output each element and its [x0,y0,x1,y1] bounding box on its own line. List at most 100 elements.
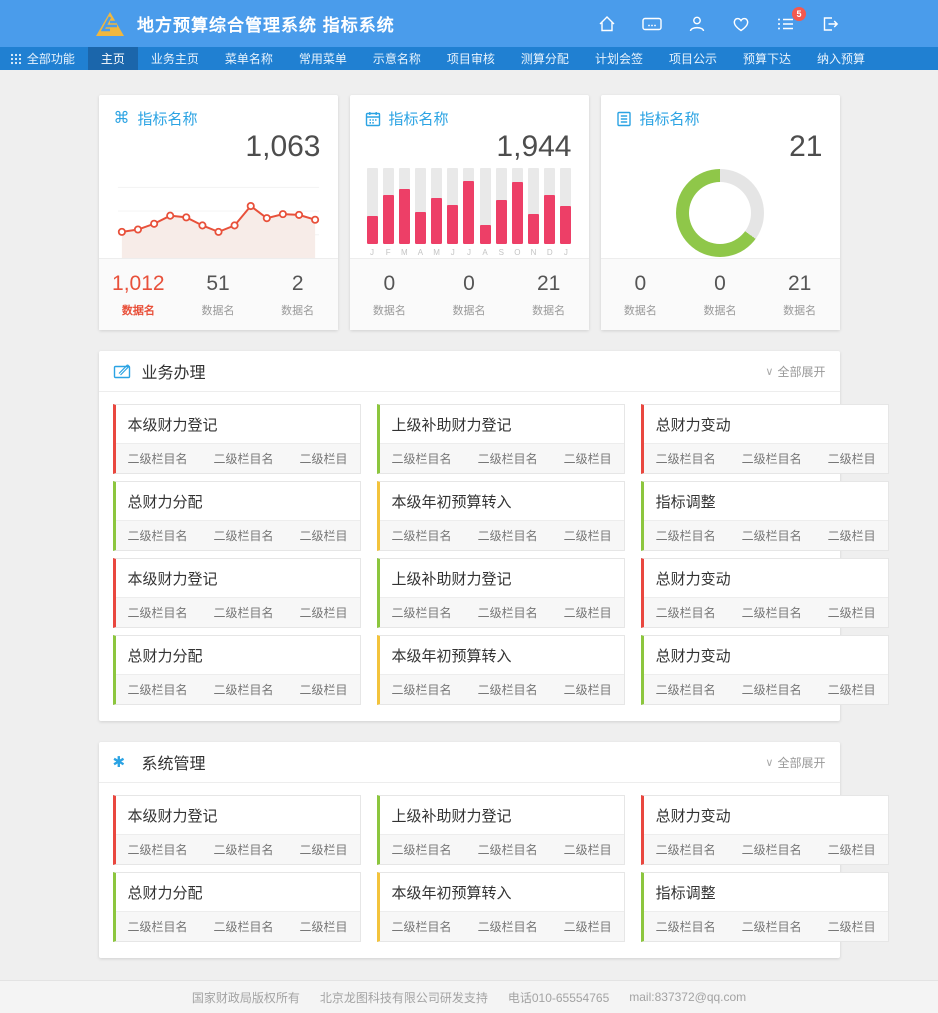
biz-card[interactable]: 本级财力登记二级栏目名 二级栏目名 二级栏目 [113,404,361,474]
biz-sublink[interactable]: 二级栏目名 [392,918,452,935]
biz-sublink[interactable]: 二级栏目名 [128,604,188,621]
biz-sublink[interactable]: 二级栏目 [300,527,348,544]
biz-card[interactable]: 本级年初预算转入二级栏目名二级栏目名二级栏目 [377,481,625,551]
biz-sublink[interactable]: 二级栏目名 [128,527,188,544]
biz-sublink[interactable]: 二级栏目名 [214,841,274,858]
biz-card-title[interactable]: 总财力变动 [644,636,888,674]
biz-sublink[interactable]: 二级栏目名 [742,681,802,698]
biz-card-title[interactable]: 总财力变动 [644,405,888,443]
biz-sublink[interactable]: 二级栏目 [828,604,876,621]
biz-sublink[interactable]: 二级栏目名 [742,527,802,544]
biz-card-title[interactable]: 本级财力登记 [116,405,360,443]
biz-card-title[interactable]: 总财力分配 [116,873,360,911]
biz-sublink[interactable]: 二级栏目名 [656,604,716,621]
biz-card[interactable]: 总财力变动二级栏目名 二级栏目名 二级栏目 [641,558,889,628]
biz-sublink[interactable]: 二级栏目 [828,681,876,698]
nav-item-2[interactable]: 业务主页 [138,47,212,70]
biz-sublink[interactable]: 二级栏目名 [742,450,802,467]
biz-sublink[interactable]: 二级栏目名 [742,604,802,621]
biz-sublink[interactable]: 二级栏目名 [214,604,274,621]
biz-sublink[interactable]: 二级栏目 [300,681,348,698]
biz-sublink[interactable]: 二级栏目 [828,527,876,544]
home-icon[interactable] [597,14,617,34]
biz-sublink[interactable]: 二级栏目名 [742,841,802,858]
biz-sublink[interactable]: 二级栏目名 [392,841,452,858]
biz-sublink[interactable]: 二级栏目 [828,841,876,858]
biz-sublink[interactable]: 二级栏目 [564,918,612,935]
keypad-icon[interactable] [641,14,663,34]
biz-sublink[interactable]: 二级栏目名 [214,681,274,698]
biz-card[interactable]: 指标调整二级栏目名 二级栏目名 二级栏目 [641,481,889,551]
nav-item-1[interactable]: 主页 [88,47,138,70]
biz-card[interactable]: 指标调整二级栏目名二级栏目名二级栏目 [641,872,889,942]
biz-card-title[interactable]: 总财力变动 [644,796,888,834]
biz-sublink[interactable]: 二级栏目名 [478,527,538,544]
biz-card[interactable]: 总财力变动二级栏目名 二级栏目名 二级栏目 [641,635,889,705]
biz-sublink[interactable]: 二级栏目 [564,527,612,544]
nav-item-9[interactable]: 项目公示 [656,47,730,70]
biz-sublink[interactable]: 二级栏目名 [214,527,274,544]
biz-sublink[interactable]: 二级栏目名 [128,918,188,935]
nav-item-10[interactable]: 预算下达 [730,47,804,70]
nav-item-6[interactable]: 项目审核 [434,47,508,70]
nav-item-7[interactable]: 测算分配 [508,47,582,70]
biz-card[interactable]: 本级财力登记二级栏目名 二级栏目名 二级栏目 [113,795,361,865]
biz-card[interactable]: 上级补助财力登记二级栏目名 二级栏目名 二级栏目 [377,795,625,865]
biz-sublink[interactable]: 二级栏目名 [478,918,538,935]
biz-card-title[interactable]: 本级年初预算转入 [380,873,624,911]
nav-item-4[interactable]: 常用菜单 [286,47,360,70]
biz-card-title[interactable]: 本级年初预算转入 [380,636,624,674]
biz-card-title[interactable]: 指标调整 [644,482,888,520]
nav-item-11[interactable]: 纳入预算 [804,47,878,70]
biz-sublink[interactable]: 二级栏目 [300,918,348,935]
biz-card-title[interactable]: 本级财力登记 [116,796,360,834]
biz-sublink[interactable]: 二级栏目 [300,450,348,467]
biz-sublink[interactable]: 二级栏目名 [392,681,452,698]
biz-card[interactable]: 总财力分配二级栏目名二级栏目名二级栏目 [113,872,361,942]
biz-card-title[interactable]: 上级补助财力登记 [380,796,624,834]
biz-sublink[interactable]: 二级栏目名 [214,450,274,467]
biz-sublink[interactable]: 二级栏目名 [742,918,802,935]
biz-sublink[interactable]: 二级栏目名 [128,841,188,858]
biz-sublink[interactable]: 二级栏目 [564,841,612,858]
todo-list-icon[interactable]: 5 [775,14,796,34]
biz-sublink[interactable]: 二级栏目名 [656,681,716,698]
biz-card-title[interactable]: 上级补助财力登记 [380,405,624,443]
biz-card[interactable]: 总财力变动二级栏目名 二级栏目名 二级栏目 [641,404,889,474]
biz-sublink[interactable]: 二级栏目名 [656,527,716,544]
biz-sublink[interactable]: 二级栏目 [564,450,612,467]
biz-sublink[interactable]: 二级栏目 [828,450,876,467]
biz-card[interactable]: 本级年初预算转入二级栏目名 二级栏目名 二级栏目 [377,872,625,942]
biz-card[interactable]: 总财力分配二级栏目名 二级栏目名 二级栏目 [113,635,361,705]
biz-sublink[interactable]: 二级栏目名 [392,604,452,621]
user-icon[interactable] [687,14,707,34]
expand-all-toggle[interactable]: ∨全部展开 [765,363,825,380]
biz-card[interactable]: 上级补助财力登记二级栏目名二级栏目名二级栏目 [377,558,625,628]
heart-icon[interactable] [731,14,751,34]
biz-sublink[interactable]: 二级栏目名 [478,604,538,621]
biz-card[interactable]: 上级补助财力登记二级栏目名 二级栏目名 二级栏目 [377,404,625,474]
biz-sublink[interactable]: 二级栏目 [564,604,612,621]
biz-sublink[interactable]: 二级栏目名 [656,918,716,935]
biz-sublink[interactable]: 二级栏目名 [656,450,716,467]
nav-item-3[interactable]: 菜单名称 [212,47,286,70]
biz-sublink[interactable]: 二级栏目 [828,918,876,935]
biz-sublink[interactable]: 二级栏目 [300,841,348,858]
biz-sublink[interactable]: 二级栏目名 [128,450,188,467]
biz-sublink[interactable]: 二级栏目 [300,604,348,621]
biz-sublink[interactable]: 二级栏目名 [478,681,538,698]
biz-card-title[interactable]: 总财力分配 [116,636,360,674]
biz-sublink[interactable]: 二级栏目名 [478,841,538,858]
biz-sublink[interactable]: 二级栏目名 [392,450,452,467]
nav-item-5[interactable]: 示意名称 [360,47,434,70]
biz-sublink[interactable]: 二级栏目名 [128,681,188,698]
logout-icon[interactable] [820,14,840,34]
biz-card[interactable]: 总财力变动二级栏目名二级栏目名二级栏目 [641,795,889,865]
biz-card-title[interactable]: 总财力变动 [644,559,888,597]
nav-item-0[interactable]: 全部功能 [0,47,88,70]
biz-sublink[interactable]: 二级栏目名 [478,450,538,467]
biz-card[interactable]: 总财力分配二级栏目名二级栏目名二级栏目 [113,481,361,551]
biz-card-title[interactable]: 本级财力登记 [116,559,360,597]
biz-sublink[interactable]: 二级栏目名 [392,527,452,544]
biz-card[interactable]: 本级年初预算转入二级栏目名二级栏目名二级栏目 [377,635,625,705]
